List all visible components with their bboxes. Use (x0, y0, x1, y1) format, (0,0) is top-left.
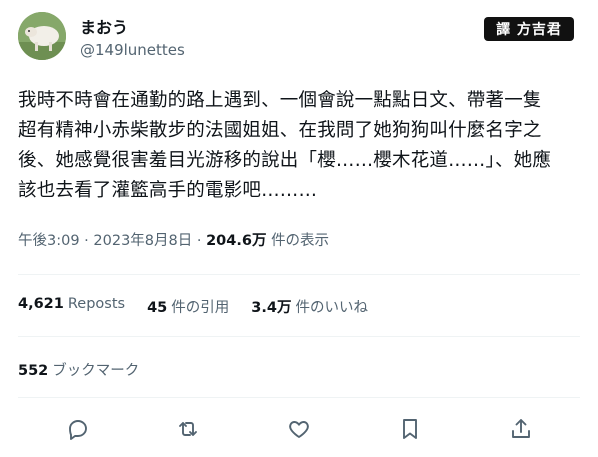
divider (18, 336, 580, 337)
quotes-label: 件の引用 (171, 300, 230, 316)
like-button[interactable] (286, 416, 312, 442)
divider (18, 397, 580, 398)
likes-count: 3.4万 (251, 300, 292, 316)
repost-button[interactable] (175, 416, 201, 442)
repost-icon (179, 422, 197, 436)
sheep-avatar-image (18, 12, 66, 60)
avatar[interactable] (18, 12, 66, 60)
likes-label: 件のいいね (295, 300, 368, 316)
quotes-count: 45 (147, 300, 168, 316)
reposts-stat[interactable]: 4,621 Reposts (18, 296, 125, 317)
bookmark-button[interactable] (397, 416, 423, 442)
bookmark-icon (403, 419, 417, 439)
engagement-stats: 4,621 Reposts 45 件の引用 3.4万 件のいいね (18, 296, 368, 317)
meta-separator: · (84, 233, 89, 249)
display-name[interactable]: まおう (80, 14, 128, 38)
like-icon (289, 421, 309, 438)
action-bar (0, 410, 598, 446)
translator-watermark: 譯 方吉君 (484, 17, 574, 41)
tweet-line: 後、她感覺很害羞目光游移的說出「櫻……櫻木花道……」、她應 (18, 150, 552, 171)
reposts-label: Reposts (67, 296, 126, 312)
view-label: 件の表示 (271, 233, 330, 249)
user-handle[interactable]: @149lunettes (80, 41, 185, 59)
tweet-time[interactable]: 午後3:09 (18, 233, 80, 249)
tweet-date[interactable]: 2023年8月8日 (93, 233, 192, 249)
view-count: 204.6万 (206, 233, 267, 249)
divider (18, 274, 580, 275)
tweet-line: 該也去看了灌籃高手的電影吧……… (18, 180, 318, 201)
reply-button[interactable] (65, 416, 91, 442)
quotes-stat[interactable]: 45 件の引用 (147, 296, 229, 317)
tweet-text: 我時不時會在通勤的路上遇到、一個會說一點點日文、帶著一隻 超有精神小赤柴散步的法… (18, 86, 584, 206)
share-button[interactable] (508, 416, 534, 442)
bookmarks-label: ブックマーク (52, 363, 140, 379)
bookmarks-stat[interactable]: 552 ブックマーク (18, 359, 139, 380)
tweet-line: 我時不時會在通勤的路上遇到、一個會說一點點日文、帶著一隻 (18, 90, 542, 111)
likes-stat[interactable]: 3.4万 件のいいね (251, 296, 368, 317)
reply-icon (69, 420, 87, 440)
tweet-meta: 午後3:09 · 2023年8月8日 · 204.6万 件の表示 (18, 229, 329, 250)
bookmarks-count: 552 (18, 363, 49, 379)
share-icon (512, 419, 530, 438)
tweet-line: 超有精神小赤柴散步的法國姐姐、在我問了她狗狗叫什麼名字之 (18, 120, 542, 141)
reposts-count: 4,621 (18, 296, 64, 312)
meta-separator: · (196, 233, 202, 249)
